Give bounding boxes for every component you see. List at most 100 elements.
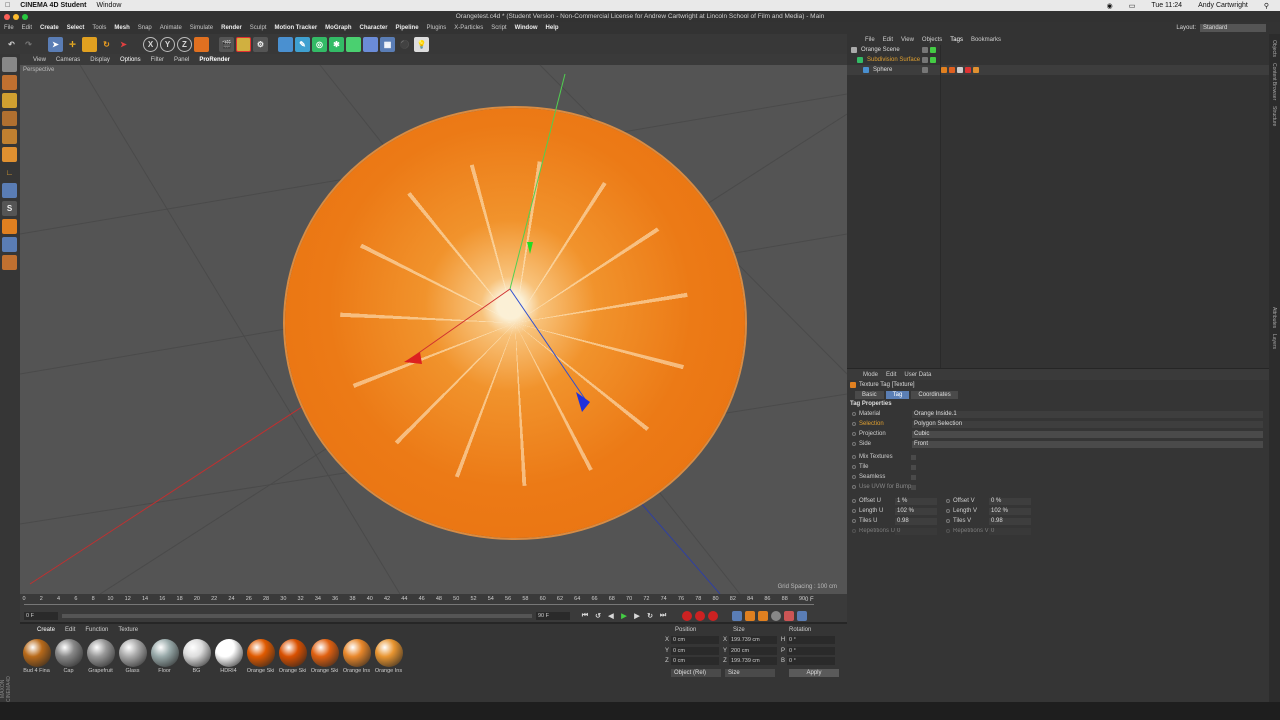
offset-v-field[interactable]: 0 %: [989, 497, 1031, 505]
menu-file[interactable]: File: [4, 25, 14, 31]
end-frame-field[interactable]: 90 F: [536, 611, 570, 620]
frame-range-slider[interactable]: [62, 613, 532, 618]
side-tab-attributes[interactable]: Attributes: [1271, 307, 1277, 328]
menu-mograph[interactable]: MoGraph: [325, 25, 351, 31]
menu-select[interactable]: Select: [67, 25, 85, 31]
enabled-icon[interactable]: [930, 47, 936, 53]
object-row-sphere[interactable]: Sphere: [847, 65, 1269, 75]
position-key-icon[interactable]: [732, 610, 742, 621]
menu-snap[interactable]: Snap: [138, 25, 152, 31]
cube-icon[interactable]: [278, 36, 293, 52]
material-item[interactable]: Orange Ski: [310, 639, 339, 674]
points-mode-icon[interactable]: [2, 111, 17, 126]
menu-simulate[interactable]: Simulate: [190, 25, 213, 31]
rotate-icon[interactable]: ↻: [99, 37, 114, 52]
autokey-icon[interactable]: [695, 610, 705, 621]
material-item[interactable]: Orange Ski: [278, 639, 307, 674]
pla-key-icon[interactable]: [784, 610, 794, 621]
transform-gizmo[interactable]: [20, 54, 847, 594]
material-item[interactable]: Floor: [150, 639, 179, 674]
start-frame-field[interactable]: 0 F: [24, 611, 58, 620]
tab-tag[interactable]: Tag: [885, 390, 910, 399]
tab-coordinates[interactable]: Coordinates: [911, 390, 958, 399]
position-field[interactable]: 0 cm: [671, 657, 719, 666]
keyframe-selection-icon[interactable]: [708, 610, 718, 621]
user-name[interactable]: Andy Cartwright: [1198, 2, 1248, 9]
rotation-field[interactable]: 0 °: [787, 657, 835, 666]
next-frame-icon[interactable]: ▶: [632, 611, 642, 621]
obj-menu-objects[interactable]: Objects: [922, 37, 942, 43]
menu-mesh[interactable]: Mesh: [114, 25, 129, 31]
selection-field[interactable]: Polygon Selection: [912, 420, 1263, 428]
obj-menu-view[interactable]: View: [901, 37, 914, 43]
prev-frame-icon[interactable]: ◀: [606, 611, 616, 621]
mat-menu-function[interactable]: Function: [85, 627, 108, 633]
selection-tag-icon[interactable]: [965, 67, 971, 73]
obj-menu-edit[interactable]: Edit: [883, 37, 893, 43]
viewport[interactable]: View Cameras Display Options Filter Pane…: [20, 54, 847, 594]
menu-animate[interactable]: Animate: [160, 25, 182, 31]
offset-u-field[interactable]: 1 %: [895, 497, 937, 505]
play-icon[interactable]: ▶: [619, 611, 629, 621]
obj-menu-tags[interactable]: Tags: [950, 37, 963, 43]
wifi-icon[interactable]: ◉: [1107, 2, 1113, 10]
pen-spline-icon[interactable]: ✎: [295, 36, 310, 52]
coordinate-system-icon[interactable]: [194, 36, 209, 52]
goto-end-icon[interactable]: ⏭: [658, 611, 668, 621]
side-tab-structure[interactable]: Structure: [1271, 106, 1277, 126]
visibility-icon[interactable]: [922, 47, 928, 53]
tiles-u-field[interactable]: 0.98: [895, 517, 937, 525]
visibility-icon[interactable]: [922, 57, 928, 63]
lock-workplane-icon[interactable]: [2, 237, 17, 252]
light-icon[interactable]: 💡: [414, 36, 429, 52]
menu-create[interactable]: Create: [40, 25, 59, 31]
record-icon[interactable]: [682, 610, 692, 621]
polygons-mode-icon[interactable]: [2, 147, 17, 162]
render-settings-icon[interactable]: ⚙: [253, 36, 268, 52]
material-item[interactable]: Orange Ski: [246, 639, 275, 674]
material-item[interactable]: BG: [182, 639, 211, 674]
redo-icon[interactable]: ↷: [21, 37, 36, 52]
length-u-field[interactable]: 102 %: [895, 507, 937, 515]
rotation-key-icon[interactable]: [758, 610, 768, 621]
tile-checkbox[interactable]: [911, 464, 916, 470]
snap-icon[interactable]: S: [2, 201, 17, 216]
render-view-icon[interactable]: 🎬: [219, 36, 234, 52]
visibility-icon[interactable]: [922, 67, 928, 73]
rotation-field[interactable]: 0 °: [787, 646, 835, 655]
enabled-icon[interactable]: [930, 57, 936, 63]
subdivision-icon[interactable]: ◎: [312, 36, 327, 52]
menu-plugins[interactable]: Plugins: [427, 25, 447, 31]
recent-tool-icon[interactable]: ➤: [116, 37, 131, 52]
repetitions-u-field[interactable]: 0: [895, 527, 937, 535]
menu-motion-tracker[interactable]: Motion Tracker: [274, 25, 317, 31]
prev-key-icon[interactable]: ↺: [593, 611, 603, 621]
live-selection-icon[interactable]: ➤: [48, 36, 63, 52]
texture-mode-icon[interactable]: [2, 93, 17, 108]
size-field[interactable]: 199.739 cm: [729, 636, 777, 645]
make-editable-icon[interactable]: [2, 57, 17, 72]
apply-button[interactable]: Apply: [789, 668, 839, 677]
y-axis-lock-icon[interactable]: Y: [160, 36, 175, 52]
position-field[interactable]: 0 cm: [671, 636, 719, 645]
column-divider[interactable]: [940, 45, 941, 368]
planar-workplane-icon[interactable]: [2, 255, 17, 270]
layout-select[interactable]: Standard: [1200, 24, 1266, 32]
goto-start-icon[interactable]: ⏮: [580, 611, 590, 621]
side-tab-objects[interactable]: Objects: [1271, 40, 1277, 57]
menu-sculpt[interactable]: Sculpt: [250, 25, 267, 31]
material-item[interactable]: HDRI4: [214, 639, 243, 674]
attr-menu-mode[interactable]: Mode: [863, 372, 878, 378]
mat-menu-texture[interactable]: Texture: [118, 627, 138, 633]
scale-icon[interactable]: [82, 36, 97, 52]
search-icon[interactable]: ⚲: [1264, 2, 1269, 10]
render-picture-viewer-icon[interactable]: [236, 36, 251, 52]
next-key-icon[interactable]: ↻: [645, 611, 655, 621]
param-key-icon[interactable]: [771, 610, 781, 621]
model-mode-icon[interactable]: [2, 75, 17, 90]
object-row-subdivision[interactable]: Subdivision Surface: [847, 55, 1269, 65]
floor-icon[interactable]: [363, 36, 378, 52]
apple-icon[interactable]: : [5, 2, 10, 9]
projection-dropdown[interactable]: Cubic: [912, 430, 1263, 438]
cloner-icon[interactable]: ✱: [329, 36, 344, 52]
